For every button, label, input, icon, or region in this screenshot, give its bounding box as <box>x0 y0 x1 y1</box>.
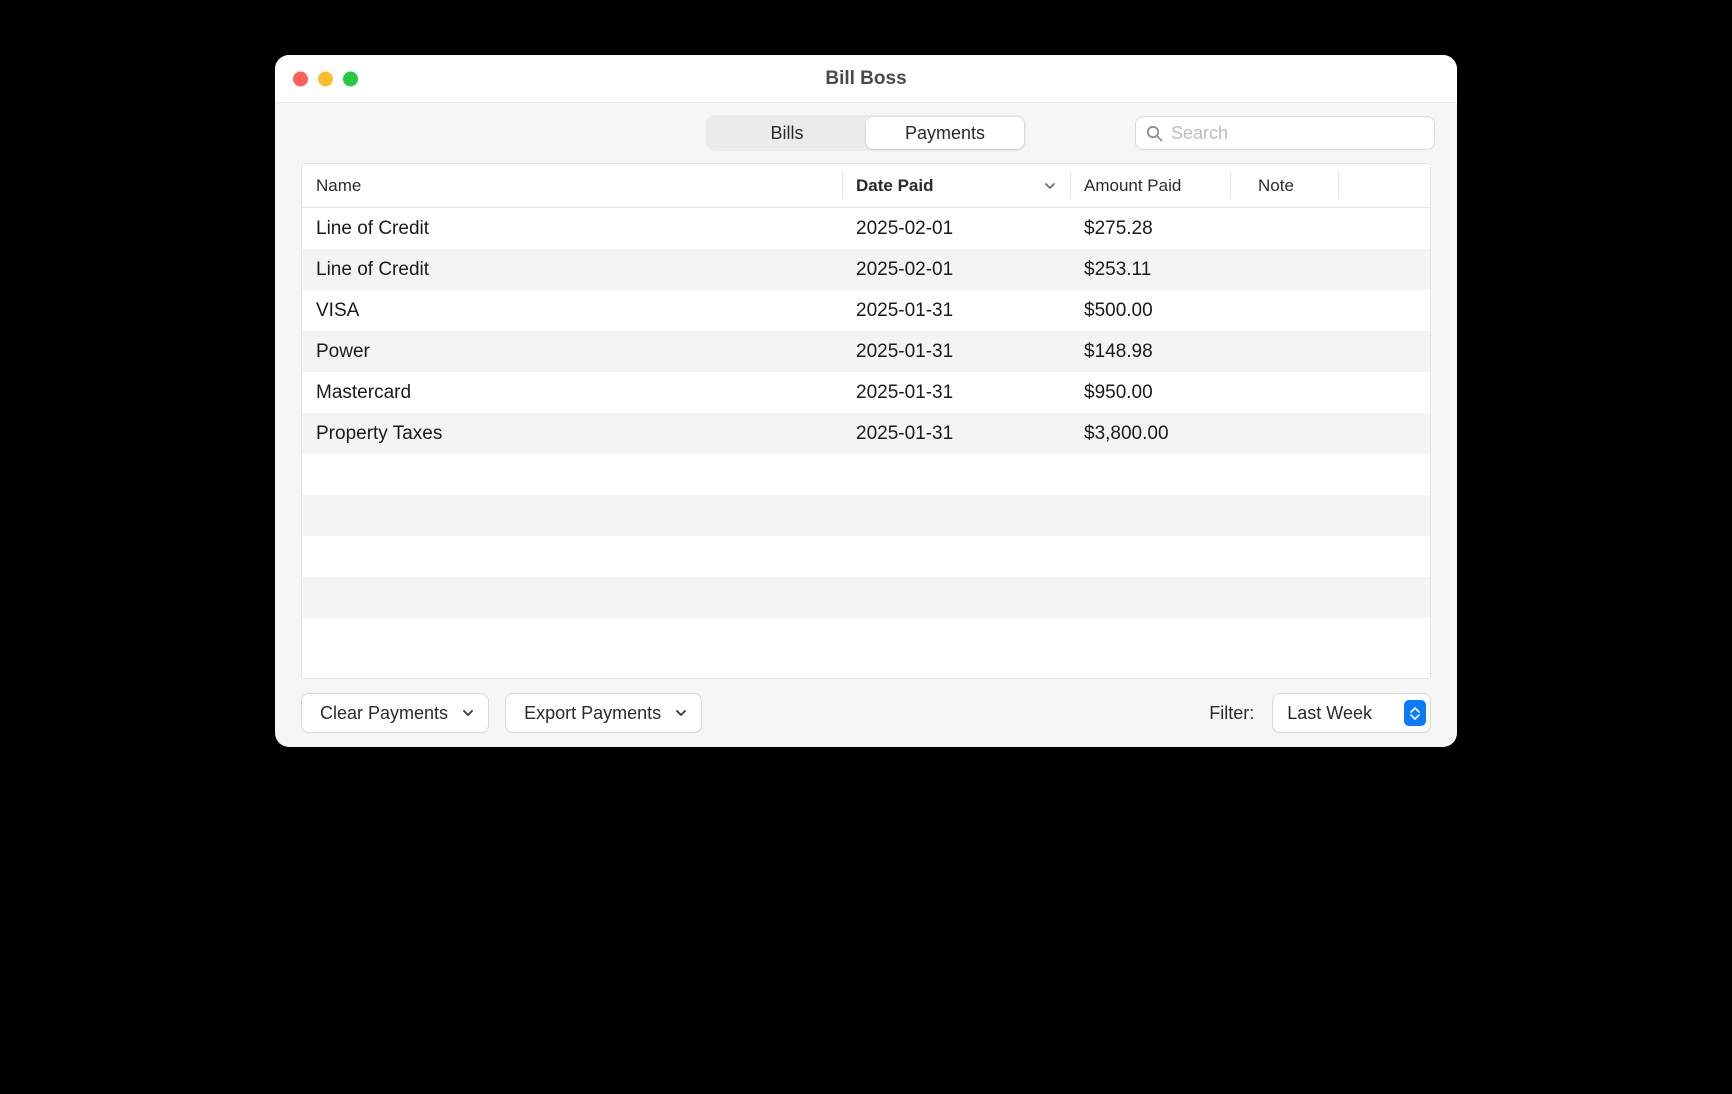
column-header-tail <box>1338 164 1430 207</box>
cell-amount-paid: $500.00 <box>1070 300 1230 322</box>
minimize-window-button[interactable] <box>318 71 333 86</box>
titlebar: Bill Boss <box>275 55 1457 103</box>
filter-label: Filter: <box>1209 703 1254 724</box>
table-body: Line of Credit2025-02-01$275.28Line of C… <box>302 208 1430 678</box>
cell-amount-paid: $148.98 <box>1070 341 1230 363</box>
export-payments-menu[interactable]: Export Payments <box>505 693 702 733</box>
cell-name: Property Taxes <box>302 423 842 445</box>
payments-table: Name Date Paid Amount Paid Note Line of … <box>301 163 1431 679</box>
popup-arrows-icon <box>1404 700 1426 726</box>
app-window: Bill Boss Bills Payments Name Date Paid <box>275 55 1457 747</box>
column-header-note-label: Note <box>1258 176 1294 196</box>
cell-amount-paid: $275.28 <box>1070 218 1230 240</box>
table-row[interactable]: Property Taxes2025-01-31$3,800.00 <box>302 413 1430 454</box>
chevron-down-icon <box>462 707 474 719</box>
table-row <box>302 454 1430 495</box>
chevron-down-icon <box>675 707 687 719</box>
cell-date-paid: 2025-01-31 <box>842 423 1070 445</box>
table-row[interactable]: VISA2025-01-31$500.00 <box>302 290 1430 331</box>
column-header-date-label: Date Paid <box>856 176 933 196</box>
toolbar: Bills Payments <box>275 103 1457 163</box>
cell-date-paid: 2025-02-01 <box>842 218 1070 240</box>
cell-date-paid: 2025-01-31 <box>842 382 1070 404</box>
tab-bills-label: Bills <box>770 123 803 144</box>
sort-descending-icon <box>1044 180 1056 192</box>
table-row <box>302 618 1430 659</box>
cell-name: VISA <box>302 300 842 322</box>
clear-payments-label: Clear Payments <box>320 703 448 724</box>
table-header: Name Date Paid Amount Paid Note <box>302 164 1430 208</box>
column-header-amount-paid[interactable]: Amount Paid <box>1070 164 1230 207</box>
column-header-date-paid[interactable]: Date Paid <box>842 164 1070 207</box>
export-payments-label: Export Payments <box>524 703 661 724</box>
cell-date-paid: 2025-01-31 <box>842 341 1070 363</box>
cell-date-paid: 2025-02-01 <box>842 259 1070 281</box>
traffic-lights <box>293 71 358 86</box>
search-icon <box>1146 125 1163 142</box>
window-title: Bill Boss <box>275 68 1457 90</box>
table-row[interactable]: Line of Credit2025-02-01$275.28 <box>302 208 1430 249</box>
filter-value: Last Week <box>1287 703 1372 724</box>
table-row <box>302 536 1430 577</box>
cell-name: Mastercard <box>302 382 842 404</box>
column-header-name-label: Name <box>316 176 361 196</box>
cell-date-paid: 2025-01-31 <box>842 300 1070 322</box>
cell-name: Line of Credit <box>302 259 842 281</box>
cell-amount-paid: $950.00 <box>1070 382 1230 404</box>
search-input[interactable] <box>1171 123 1424 144</box>
tab-payments[interactable]: Payments <box>866 117 1024 149</box>
zoom-window-button[interactable] <box>343 71 358 86</box>
filter-popup[interactable]: Last Week <box>1272 693 1431 733</box>
column-header-amount-label: Amount Paid <box>1084 176 1181 196</box>
cell-name: Line of Credit <box>302 218 842 240</box>
table-row[interactable]: Mastercard2025-01-31$950.00 <box>302 372 1430 413</box>
table-row[interactable]: Power2025-01-31$148.98 <box>302 331 1430 372</box>
column-header-note[interactable]: Note <box>1230 164 1338 207</box>
table-row <box>302 577 1430 618</box>
tab-payments-label: Payments <box>905 123 985 144</box>
close-window-button[interactable] <box>293 71 308 86</box>
search-field[interactable] <box>1135 116 1435 150</box>
cell-amount-paid: $253.11 <box>1070 259 1230 281</box>
column-header-name[interactable]: Name <box>302 164 842 207</box>
table-row[interactable]: Line of Credit2025-02-01$253.11 <box>302 249 1430 290</box>
cell-amount-paid: $3,800.00 <box>1070 423 1230 445</box>
tab-bills[interactable]: Bills <box>708 117 866 149</box>
cell-name: Power <box>302 341 842 363</box>
table-row <box>302 495 1430 536</box>
clear-payments-menu[interactable]: Clear Payments <box>301 693 489 733</box>
view-segmented-control: Bills Payments <box>706 115 1026 151</box>
footer-bar: Clear Payments Export Payments Filter: L… <box>275 679 1457 747</box>
